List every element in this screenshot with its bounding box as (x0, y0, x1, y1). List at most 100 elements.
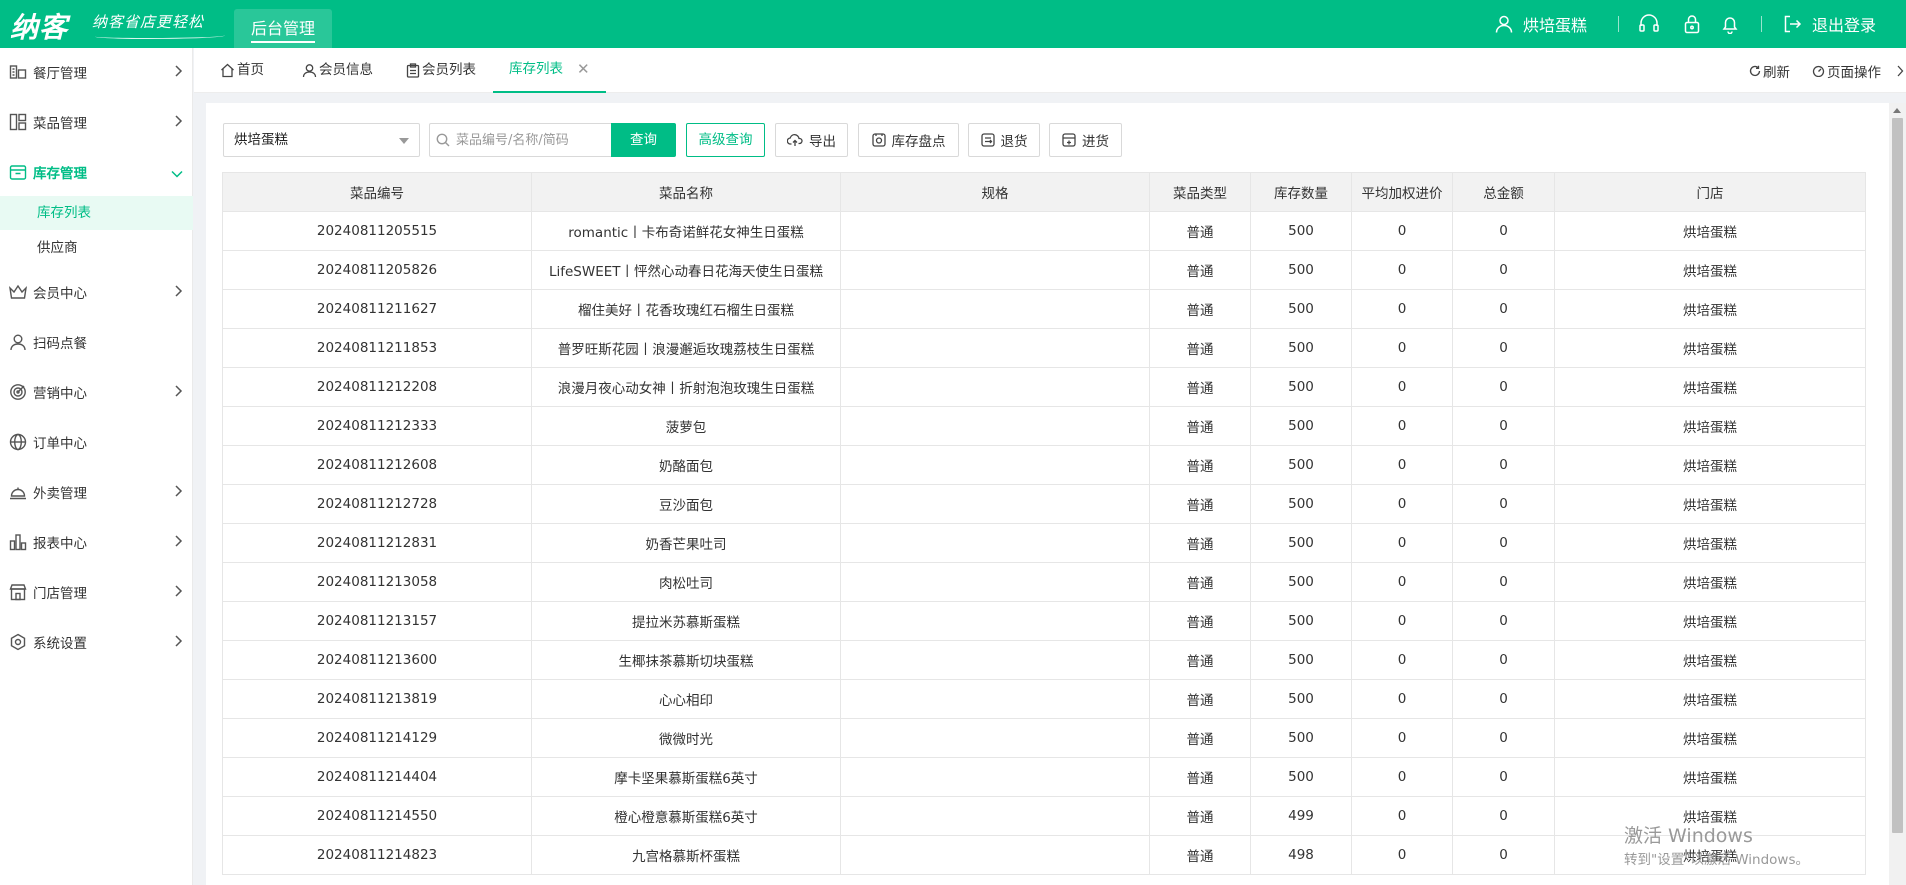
table-row[interactable]: 20240811213819 心心相印 普通 500 0 0 烘培蛋糕 (222, 679, 1866, 719)
table-header-row: 菜品编号 菜品名称 规格 菜品类型 库存数量 平均加权进价 总金额 门店 (222, 172, 1866, 212)
return-button[interactable]: 退货 (968, 123, 1040, 157)
refresh-button[interactable]: 刷新 (1749, 48, 1790, 93)
tab-stock-list[interactable]: 库存列表 ✕ (493, 48, 606, 93)
table-row[interactable]: 20240811211627 榴住美好丨花香玫瑰红石榴生日蛋糕 普通 500 0 0 烘培蛋… (222, 289, 1866, 329)
table-row[interactable]: 20240811205515 romantic丨卡布奇诺鲜花女神生日蛋糕 普通 500… (222, 211, 1866, 251)
advanced-query-button[interactable]: 高级查询 (686, 123, 765, 157)
table-row[interactable]: 20240811214823 九宫格慕斯杯蛋糕 普通 498 0 0 烘培蛋糕 (222, 835, 1866, 875)
table-cell: 奶香芒果吐司 (531, 523, 841, 563)
sidebar-item-label: 报表中心 (33, 536, 87, 552)
column-header[interactable]: 规格 (840, 172, 1150, 212)
tab-member-info[interactable]: 会员信息 (302, 48, 373, 93)
brand-logo[interactable]: 纳客 (10, 6, 68, 46)
purchase-box-icon (1062, 133, 1076, 147)
table-row[interactable]: 20240811211853 普罗旺斯花园丨浪漫邂逅玫瑰荔枝生日蛋糕 普通 500 0 0… (222, 328, 1866, 368)
table-row[interactable]: 20240811205826 LifeSWEET丨怦然心动春日花海天使生日蛋糕 普通… (222, 250, 1866, 290)
tabs-scroll-right[interactable] (1896, 48, 1906, 93)
store-select[interactable]: 烘培蛋糕 (223, 123, 420, 157)
lock-button[interactable] (1683, 0, 1701, 48)
table-row[interactable]: 20240811212728 豆沙面包 普通 500 0 0 烘培蛋糕 (222, 484, 1866, 524)
table-row[interactable]: 20240811213600 生椰抹茶慕斯切块蛋糕 普通 500 0 0 烘培蛋糕 (222, 640, 1866, 680)
sidebar-item-delivery[interactable]: 外卖管理 (0, 472, 193, 512)
table-row[interactable]: 20240811212208 浪漫月夜心动女神丨折射泡泡玫瑰生日蛋糕 普通 500 0 0… (222, 367, 1866, 407)
stocktake-button[interactable]: 库存盘点 (858, 123, 959, 157)
table-cell: 烘培蛋糕 (1554, 406, 1866, 446)
sidebar-item-orders[interactable]: 订单中心 (0, 422, 193, 462)
vertical-scrollbar[interactable] (1889, 103, 1906, 885)
tab-member-list[interactable]: 会员列表 (406, 48, 476, 93)
query-button[interactable]: 查询 (611, 123, 676, 157)
table-row[interactable]: 20240811214129 微微时光 普通 500 0 0 烘培蛋糕 (222, 718, 1866, 758)
sidebar-item-member[interactable]: 会员中心 (0, 272, 193, 312)
logout-button[interactable]: 退出登录 (1782, 0, 1876, 48)
support-button[interactable] (1638, 0, 1660, 48)
nav-tab-backend[interactable]: 后台管理 (234, 9, 332, 48)
column-header[interactable]: 菜品编号 (222, 172, 532, 212)
table-cell: 500 (1250, 484, 1352, 524)
table-cell: 普通 (1149, 796, 1251, 836)
table-cell: 奶酪面包 (531, 445, 841, 485)
table-cell (840, 445, 1150, 485)
windows-activation-hint: 转到"设置"以激活 Windows。 (1624, 852, 1809, 868)
table-row[interactable]: 20240811213157 提拉米苏慕斯蛋糕 普通 500 0 0 烘培蛋糕 (222, 601, 1866, 641)
table-cell: 心心相印 (531, 679, 841, 719)
user-menu[interactable]: 烘培蛋糕 (1494, 0, 1587, 48)
sidebar-item-scan-order[interactable]: 扫码点餐 (0, 322, 193, 362)
table-cell: 普通 (1149, 835, 1251, 875)
page-ops-button[interactable]: 页面操作 (1812, 48, 1881, 93)
chevron-right-icon (1897, 65, 1904, 76)
sidebar-subitem-stock-list[interactable]: 库存列表 (0, 196, 193, 230)
table-cell (840, 601, 1150, 641)
table-cell: 橙心橙意慕斯蛋糕6英寸 (531, 796, 841, 836)
table-cell: 500 (1250, 289, 1352, 329)
globe-icon (7, 431, 29, 453)
table-row[interactable]: 20240811212333 菠萝包 普通 500 0 0 烘培蛋糕 (222, 406, 1866, 446)
table-row[interactable]: 20240811212831 奶香芒果吐司 普通 500 0 0 烘培蛋糕 (222, 523, 1866, 563)
column-header[interactable]: 总金额 (1452, 172, 1555, 212)
column-header[interactable]: 菜品名称 (531, 172, 841, 212)
tab-label: 首页 (237, 62, 264, 78)
tab-label: 会员列表 (422, 62, 476, 78)
export-button[interactable]: 导出 (775, 123, 848, 157)
purchase-button[interactable]: 进货 (1049, 123, 1122, 157)
sidebar-item-marketing[interactable]: 营销中心 (0, 372, 193, 412)
table-row[interactable]: 20240811214550 橙心橙意慕斯蛋糕6英寸 普通 499 0 0 烘培蛋糕 (222, 796, 1866, 836)
sidebar-item-dishes[interactable]: 菜品管理 (0, 102, 193, 142)
sidebar-item-label: 订单中心 (33, 436, 87, 452)
scroll-up-arrow-icon[interactable] (1893, 108, 1901, 113)
chevron-right-icon (173, 485, 183, 501)
notification-button[interactable] (1721, 0, 1739, 48)
column-header[interactable]: 平均加权进价 (1351, 172, 1453, 212)
table-cell: LifeSWEET丨怦然心动春日花海天使生日蛋糕 (531, 250, 841, 290)
chevron-right-icon (173, 585, 183, 601)
chevron-right-icon (173, 635, 183, 651)
table-row[interactable]: 20240811212608 奶酪面包 普通 500 0 0 烘培蛋糕 (222, 445, 1866, 485)
scrollbar-thumb[interactable] (1892, 118, 1903, 833)
table-row[interactable]: 20240811213058 肉松吐司 普通 500 0 0 烘培蛋糕 (222, 562, 1866, 602)
table-cell: 500 (1250, 211, 1352, 251)
top-header: 纳客 纳客省店更轻松 后台管理 烘培蛋糕 退出登录 (0, 0, 1906, 48)
search-input[interactable] (429, 123, 611, 157)
column-header[interactable]: 菜品类型 (1149, 172, 1251, 212)
main-content: 烘培蛋糕 查询 高级查询 导出 库存盘点 退货 进货 (206, 103, 1889, 885)
table-cell: 0 (1351, 796, 1453, 836)
close-icon[interactable]: ✕ (577, 47, 590, 92)
column-header[interactable]: 库存数量 (1250, 172, 1352, 212)
sidebar-item-reports[interactable]: 报表中心 (0, 522, 193, 562)
column-header[interactable]: 门店 (1554, 172, 1866, 212)
table-row[interactable]: 20240811214404 摩卡坚果慕斯蛋糕6英寸 普通 500 0 0 烘培蛋糕 (222, 757, 1866, 797)
tab-home[interactable]: 首页 (220, 48, 264, 93)
headset-icon (1639, 14, 1659, 32)
sidebar-item-inventory[interactable]: 库存管理 (0, 152, 193, 192)
sidebar-item-label: 营销中心 (33, 386, 87, 402)
box-icon (7, 161, 29, 183)
sidebar-item-restaurant[interactable]: 餐厅管理 (0, 52, 193, 92)
slogan-swash (95, 33, 225, 39)
sidebar-subitem-supplier[interactable]: 供应商 (0, 231, 193, 265)
header-divider (1761, 16, 1762, 32)
header-divider (1618, 16, 1619, 32)
sidebar-item-settings[interactable]: 系统设置 (0, 622, 193, 662)
table-cell: 0 (1452, 835, 1555, 875)
sidebar-item-stores[interactable]: 门店管理 (0, 572, 193, 612)
table-cell (840, 718, 1150, 758)
